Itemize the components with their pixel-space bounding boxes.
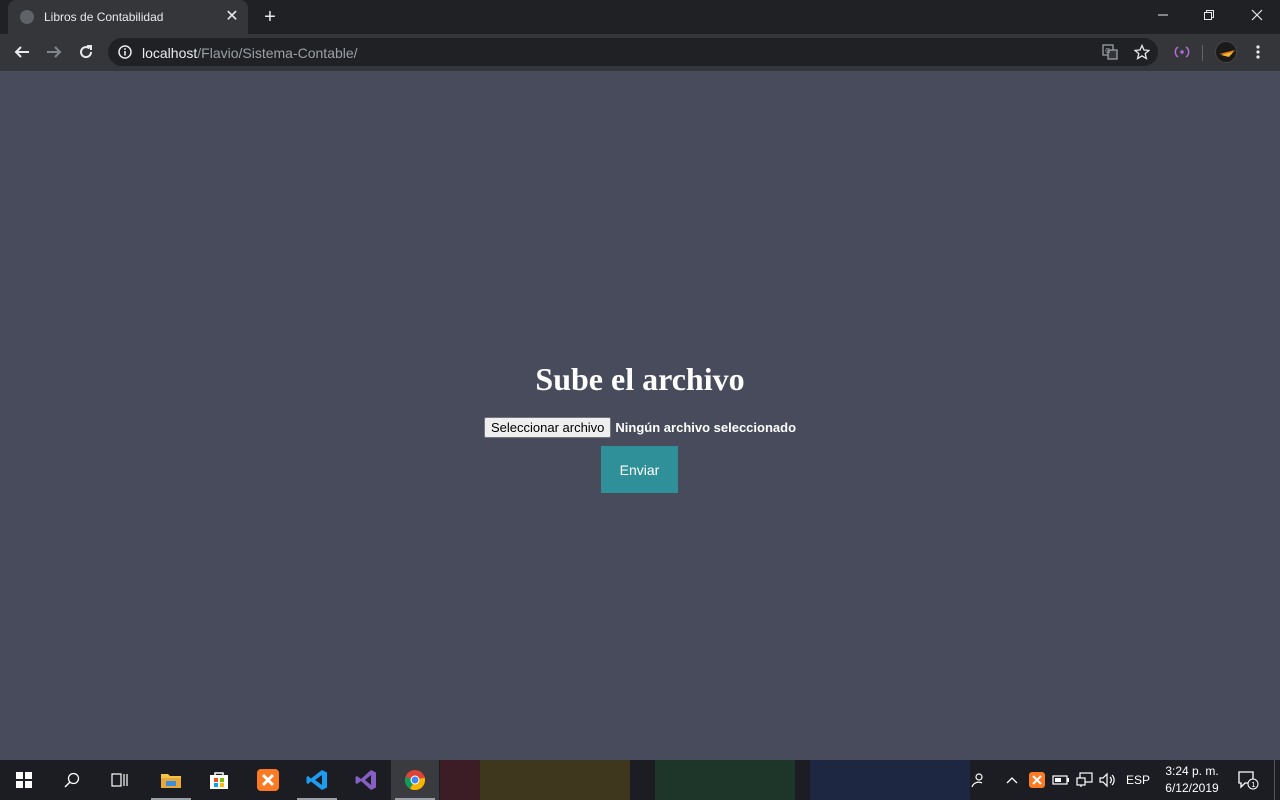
taskbar-file-explorer[interactable]: [147, 760, 195, 800]
star-icon: [1134, 44, 1150, 60]
wallpaper-band: [810, 760, 970, 800]
arrow-left-icon: [14, 46, 29, 58]
taskbar-store[interactable]: [195, 760, 243, 800]
url-path: /Flavio/Sistema-Contable/: [197, 45, 358, 61]
clock-time: 3:24 p. m.: [1165, 764, 1219, 778]
task-view-button[interactable]: [96, 760, 144, 800]
chrome-icon: [404, 770, 426, 791]
chevron-up-icon: [1006, 777, 1018, 784]
store-icon: [210, 772, 228, 789]
windows-taskbar: ESP 3:24 p. m. 6/12/2019 1: [0, 760, 1280, 800]
search-icon: [64, 772, 80, 788]
restore-icon: [1204, 10, 1214, 20]
upload-form: Sube el archivo Seleccionar archivo Ning…: [0, 71, 1280, 760]
windows-start-icon: [16, 772, 32, 788]
avatar-icon: [1219, 50, 1235, 57]
minimize-icon: [1158, 14, 1168, 16]
show-desktop-button[interactable]: [1274, 760, 1275, 800]
xampp-tray-icon: [1029, 772, 1045, 788]
taskbar-chrome[interactable]: [391, 760, 439, 800]
taskbar-visual-studio[interactable]: [342, 760, 390, 800]
start-button[interactable]: [0, 760, 48, 800]
browser-tab[interactable]: Libros de Contabilidad ✕: [8, 0, 248, 34]
profile-avatar[interactable]: [1215, 41, 1237, 63]
action-center-button[interactable]: 1: [1232, 760, 1264, 800]
bookmark-button[interactable]: [1128, 38, 1156, 66]
svg-text:G: G: [1105, 47, 1110, 55]
notification-count: 1: [1251, 781, 1255, 789]
network-button[interactable]: [1075, 760, 1095, 800]
wallpaper-band: [440, 760, 480, 800]
show-hidden-icons-button[interactable]: [1002, 760, 1022, 800]
volume-button[interactable]: [1098, 760, 1118, 800]
people-button[interactable]: [966, 760, 988, 800]
submit-button[interactable]: Enviar: [601, 446, 678, 493]
reload-icon: [80, 45, 93, 59]
menu-button[interactable]: [1244, 38, 1272, 66]
file-select-button[interactable]: Seleccionar archivo: [483, 417, 612, 438]
wallpaper-band: [480, 760, 630, 800]
wallpaper-band: [655, 760, 795, 800]
tab-title: Libros de Contabilidad: [44, 10, 164, 24]
tab-close-icon[interactable]: ✕: [222, 7, 242, 27]
restore-button[interactable]: [1186, 0, 1232, 30]
new-tab-button[interactable]: +: [258, 6, 282, 28]
notification-icon: 1: [1238, 771, 1259, 790]
translate-button[interactable]: G: [1096, 38, 1124, 66]
close-window-button[interactable]: [1234, 0, 1280, 30]
close-icon: [1251, 9, 1263, 21]
address-bar[interactable]: localhost/Flavio/Sistema-Contable/: [108, 38, 1158, 66]
visual-studio-icon: [355, 770, 376, 790]
vscode-icon: [306, 770, 327, 790]
browser-tab-strip: Libros de Contabilidad ✕ +: [0, 0, 1280, 34]
url-text: localhost/Flavio/Sistema-Contable/: [142, 45, 358, 61]
info-icon[interactable]: [118, 45, 132, 64]
network-icon: [1076, 772, 1093, 787]
battery-button[interactable]: [1051, 760, 1071, 800]
people-icon: [971, 773, 983, 788]
search-button[interactable]: [48, 760, 96, 800]
forward-button[interactable]: [40, 38, 68, 66]
extension-icon[interactable]: [1168, 38, 1196, 66]
taskbar-xampp[interactable]: [244, 760, 292, 800]
file-explorer-icon: [161, 774, 181, 788]
language-indicator[interactable]: ESP: [1124, 760, 1152, 800]
kebab-menu-icon: [1256, 45, 1260, 59]
back-button[interactable]: [8, 38, 36, 66]
task-view-icon: [111, 773, 128, 787]
globe-icon: [20, 10, 34, 24]
arrow-right-icon: [47, 46, 62, 58]
xampp-icon: [257, 769, 279, 791]
speaker-icon: [1099, 772, 1115, 788]
reload-button[interactable]: [72, 38, 100, 66]
tray-xampp[interactable]: [1027, 760, 1047, 800]
url-host: localhost: [142, 45, 198, 61]
file-status-text: Ningún archivo seleccionado: [615, 420, 797, 435]
translate-icon: G: [1102, 44, 1118, 60]
battery-icon: [1052, 775, 1069, 785]
page-title: Sube el archivo: [535, 361, 745, 397]
taskbar-vscode[interactable]: [293, 760, 341, 800]
browser-toolbar: localhost/Flavio/Sistema-Contable/ G: [0, 34, 1280, 71]
minimize-button[interactable]: [1140, 0, 1186, 30]
file-input-row: Seleccionar archivo Ningún archivo selec…: [0, 417, 1280, 438]
clock-date: 6/12/2019: [1165, 781, 1219, 795]
page-viewport: Sube el archivo Seleccionar archivo Ning…: [0, 71, 1280, 760]
clock[interactable]: 3:24 p. m. 6/12/2019: [1158, 763, 1226, 797]
toolbar-separator: [1202, 45, 1203, 61]
